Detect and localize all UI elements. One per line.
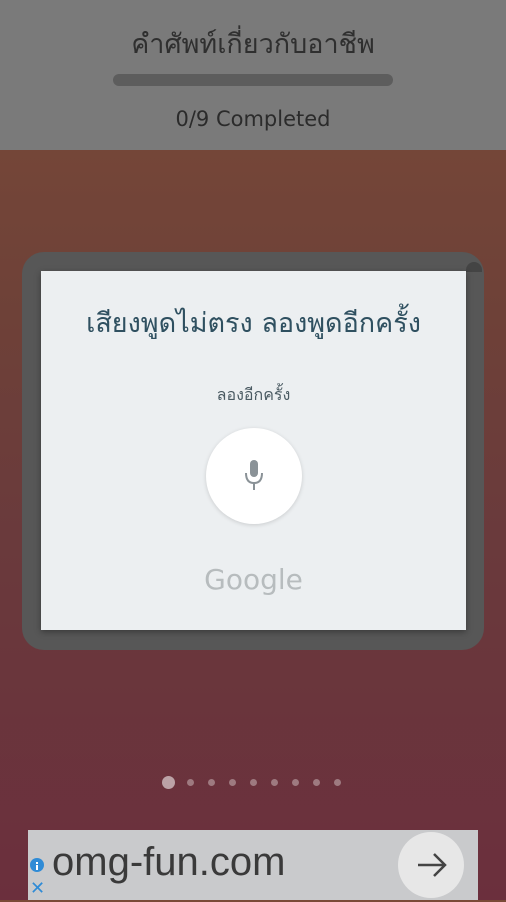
google-logo: Google <box>204 563 303 596</box>
dialog-title: เสียงพูดไม่ตรง ลองพูดอีกครั้ง <box>86 308 421 339</box>
page-dot[interactable] <box>162 776 175 789</box>
page-indicator <box>160 775 350 791</box>
page-dot[interactable] <box>313 779 320 786</box>
arrow-right-icon <box>418 853 447 877</box>
page-dot[interactable] <box>229 779 236 786</box>
page-dot[interactable] <box>292 779 299 786</box>
page-dot[interactable] <box>250 779 257 786</box>
info-icon[interactable] <box>30 858 44 872</box>
ad-banner[interactable]: omg-fun.com <box>28 830 478 900</box>
card-corner <box>466 262 482 272</box>
mic-button[interactable] <box>206 428 302 524</box>
completed-count: 0/9 Completed <box>175 107 331 131</box>
page-title: คำศัพท์เกี่ยวกับอาชีพ <box>131 29 375 60</box>
dialog-subtitle: ลองอีกครั้ง <box>216 385 291 404</box>
page-dot[interactable] <box>334 779 341 786</box>
info-glyph <box>36 862 38 870</box>
ad-text[interactable]: omg-fun.com <box>52 840 285 885</box>
voice-input-dialog: เสียงพูดไม่ตรง ลองพูดอีกครั้ง ลองอีกครั้… <box>41 271 466 630</box>
mic-icon <box>245 460 263 490</box>
progress-bar <box>113 74 393 86</box>
top-bar: คำศัพท์เกี่ยวกับอาชีพ 0/9 Completed <box>0 0 506 150</box>
page-dot[interactable] <box>208 779 215 786</box>
page-dot[interactable] <box>271 779 278 786</box>
ad-arrow-button[interactable] <box>398 832 464 898</box>
close-icon[interactable]: ✕ <box>30 878 45 899</box>
page-dot[interactable] <box>187 779 194 786</box>
